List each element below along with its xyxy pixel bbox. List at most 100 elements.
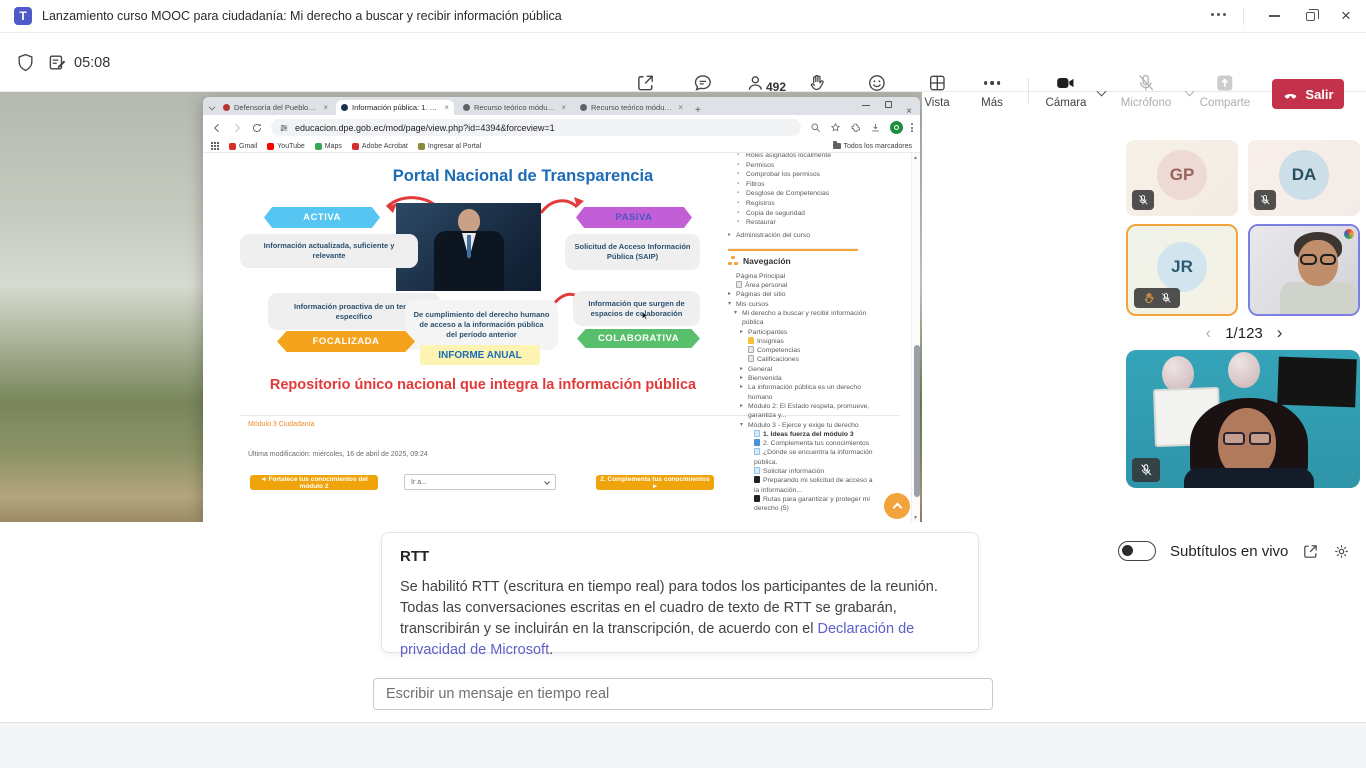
admin-item[interactable]: Permisos xyxy=(728,161,878,171)
bookmark-portal[interactable]: Ingresar al Portal xyxy=(418,143,481,150)
scroll-top-fab[interactable] xyxy=(884,493,910,519)
url-pill[interactable]: educacion.dpe.gob.ec/mod/page/view.php?i… xyxy=(271,119,801,136)
browser-minimize-button[interactable] xyxy=(862,105,870,106)
tab-close-icon[interactable] xyxy=(323,103,328,112)
nav-item[interactable]: 2. Complementa tus conocimientos xyxy=(728,439,878,448)
nav-item[interactable]: Solicitar información xyxy=(728,467,878,476)
mic-muted-icon xyxy=(1139,463,1153,477)
participant-tile-da[interactable]: DA xyxy=(1248,140,1360,216)
captions-settings-gear-icon[interactable] xyxy=(1333,543,1350,560)
profile-avatar[interactable] xyxy=(890,121,903,134)
module-link[interactable]: Módulo 3 Ciudadanía xyxy=(248,421,315,428)
close-button[interactable] xyxy=(1326,0,1366,32)
participant-tile-jr-raised-hand[interactable]: JR xyxy=(1126,224,1238,316)
admin-item[interactable]: Roles asignados localmente xyxy=(728,153,878,161)
browser-menu-icon[interactable] xyxy=(911,123,913,132)
apps-grid-icon[interactable] xyxy=(211,142,219,150)
nav-item[interactable]: Competencias xyxy=(728,346,878,355)
nav-item[interactable]: Área personal xyxy=(728,281,878,290)
prev-activity-button[interactable]: ◄ Fortalece tus conocimientos del módulo… xyxy=(250,475,378,490)
share-button[interactable]: Comparte xyxy=(1200,73,1251,109)
course-admin-link[interactable]: Administración del curso xyxy=(728,230,878,241)
back-icon[interactable] xyxy=(211,122,223,134)
captions-toggle[interactable] xyxy=(1118,541,1156,561)
bookmark-star-icon[interactable] xyxy=(830,122,841,133)
admin-item[interactable]: Desglose de Competencias xyxy=(728,189,878,199)
raise-hand-icon xyxy=(808,73,828,93)
downloads-icon[interactable] xyxy=(870,122,881,133)
nav-item-course[interactable]: Mi derecho a buscar y recibir informació… xyxy=(728,309,878,328)
admin-item[interactable]: Comprobar los permisos xyxy=(728,170,878,180)
nav-item-module3[interactable]: Módulo 3 - Ejerce y exige tu derecho xyxy=(728,421,878,430)
camera-icon xyxy=(1055,73,1077,93)
bookmark-acrobat[interactable]: Adobe Acrobat xyxy=(352,143,408,150)
share-screen-icon xyxy=(1215,73,1235,93)
prev-page-icon[interactable] xyxy=(1206,323,1212,343)
participant-tile-gp[interactable]: GP xyxy=(1126,140,1238,216)
nav-item[interactable]: Rutas para garantizar y proteger mi dere… xyxy=(728,495,878,514)
all-bookmarks[interactable]: Todos los marcadores xyxy=(833,143,912,150)
chat-icon xyxy=(693,73,713,93)
tab-close-icon[interactable] xyxy=(444,103,449,112)
rtt-notification-card: RTT Se habilitó RTT (escritura en tiempo… xyxy=(381,532,979,653)
scrollbar-thumb[interactable] xyxy=(914,345,920,497)
browser-restore-button[interactable] xyxy=(885,101,892,108)
nav-item-current[interactable]: 1. Ideas fuerza del módulo 3 xyxy=(728,430,878,439)
nav-item[interactable]: Insignias xyxy=(728,337,878,346)
more-button[interactable]: Más xyxy=(981,73,1003,109)
next-page-icon[interactable] xyxy=(1277,323,1283,343)
zoom-icon[interactable] xyxy=(810,122,821,133)
nav-item[interactable]: Preparando mi solicitud de acceso a la i… xyxy=(728,476,878,495)
nav-item[interactable]: General xyxy=(728,365,878,374)
extensions-icon[interactable] xyxy=(850,122,861,133)
meeting-notes-icon[interactable] xyxy=(48,53,67,72)
participant-tile-large-video[interactable] xyxy=(1126,350,1360,488)
nav-item[interactable]: La información pública es un derecho hum… xyxy=(728,383,878,402)
rtt-message-input[interactable] xyxy=(373,678,993,710)
tab-close-icon[interactable] xyxy=(561,103,566,112)
tab-close-icon[interactable] xyxy=(678,103,683,112)
view-button[interactable]: Vista xyxy=(924,73,949,109)
browser-tab-3[interactable]: Recurso teórico módulo 2 (1).p xyxy=(458,100,571,115)
page-scrollbar[interactable]: ▲▼ xyxy=(911,153,920,522)
admin-item[interactable]: Filtros xyxy=(728,180,878,190)
popout-captions-icon[interactable] xyxy=(1302,543,1319,560)
bookmark-youtube[interactable]: YouTube xyxy=(267,143,305,150)
camera-chevron-icon[interactable] xyxy=(1097,87,1107,97)
nav-item[interactable]: Páginas del sitio xyxy=(728,290,878,299)
nav-item[interactable]: Participantes xyxy=(728,328,878,337)
camera-button[interactable]: Cámara xyxy=(1046,73,1087,109)
browser-tab-1[interactable]: Defensoría del Pueblo | Ecuado xyxy=(218,100,333,115)
next-activity-button[interactable]: 2. Complementa tus conocimientos ► xyxy=(596,475,714,490)
restore-button[interactable] xyxy=(1290,0,1330,32)
admin-item[interactable]: Restaurar xyxy=(728,218,878,228)
portal-icon xyxy=(418,143,425,150)
nav-item[interactable]: Bienvenida xyxy=(728,374,878,383)
shield-icon[interactable] xyxy=(16,53,35,72)
admin-item[interactable]: Copia de seguridad xyxy=(728,209,878,219)
leave-button[interactable]: Salir xyxy=(1272,79,1344,109)
titlebar-more-icon[interactable] xyxy=(1211,13,1226,16)
minimize-button[interactable] xyxy=(1254,0,1294,32)
browser-tab-strip: Defensoría del Pueblo | Ecuado Informaci… xyxy=(203,97,920,115)
reload-icon[interactable] xyxy=(251,122,263,134)
browser-tab-4[interactable]: Recurso teórico módulo 1 (1).p xyxy=(575,100,688,115)
participant-tile-video-speaker[interactable] xyxy=(1248,224,1360,316)
nav-item[interactable]: Módulo 2: El Estado respeta, promueve, g… xyxy=(728,402,878,421)
bookmark-gmail[interactable]: Gmail xyxy=(229,143,257,150)
forward-icon[interactable] xyxy=(231,122,243,134)
mic-button[interactable]: Micrófono xyxy=(1121,73,1172,109)
nav-item[interactable]: Mis cursos xyxy=(728,300,878,309)
site-settings-icon[interactable] xyxy=(279,123,289,133)
bookmark-maps[interactable]: Maps xyxy=(315,143,342,150)
mic-chevron-icon[interactable] xyxy=(1185,87,1195,97)
jump-to-select[interactable]: Ir a... xyxy=(404,474,556,490)
nav-item[interactable]: Página Principal xyxy=(728,272,878,281)
browser-tab-2-active[interactable]: Información pública: 1. Ideas fu xyxy=(336,100,454,115)
tab-search-icon[interactable] xyxy=(209,104,216,111)
acrobat-icon xyxy=(352,143,359,150)
admin-item[interactable]: Registros xyxy=(728,199,878,209)
nav-item[interactable]: Calificaciones xyxy=(728,355,878,364)
balloon xyxy=(1162,356,1194,392)
nav-item[interactable]: ¿Dónde se encuentra la información públi… xyxy=(728,448,878,467)
